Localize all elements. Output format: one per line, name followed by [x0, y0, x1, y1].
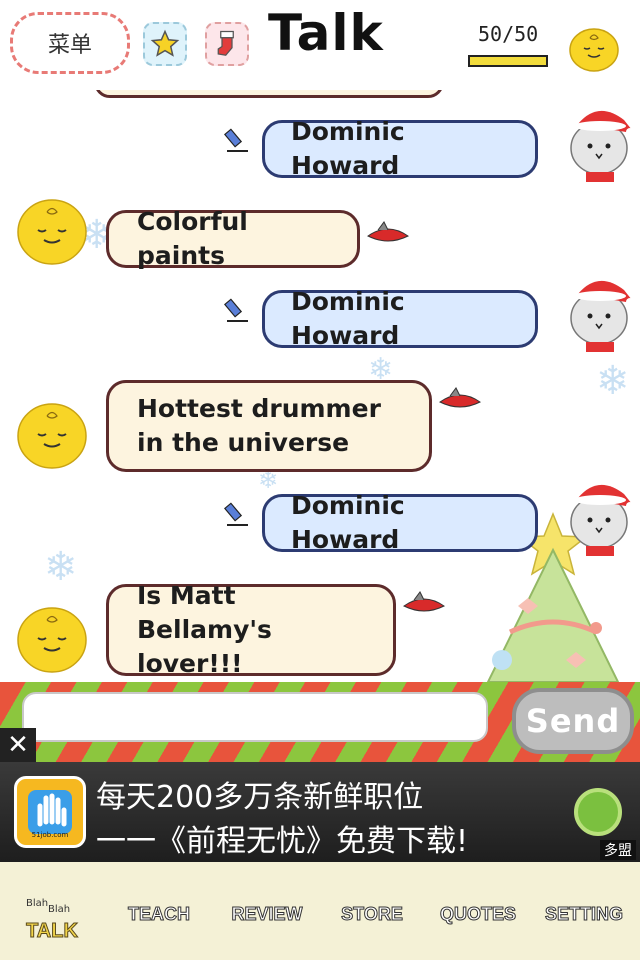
message-text: Dominic Howard — [291, 491, 405, 554]
ad-banner[interactable]: 51job.com 每天200多万条新鲜职位 一一《前程无忧》免费下载! 多盟 — [0, 762, 640, 862]
chat-bubble-in[interactable]: Hottest drummer in the universe — [106, 380, 432, 472]
santa-ghost-avatar-icon[interactable] — [566, 476, 636, 558]
chat-bubble-out[interactable]: Dominic Howard — [262, 117, 538, 180]
blah-label: Blah — [48, 904, 71, 915]
stocking-icon — [217, 30, 234, 56]
message-input-bar: Send — [0, 682, 640, 762]
red-bird-icon[interactable] — [366, 220, 410, 246]
ad-brand-label: 多盟 — [600, 840, 636, 860]
ad-headline: 每天200多万条新鲜职位 — [96, 780, 424, 815]
chick-avatar-icon[interactable] — [14, 196, 88, 270]
chat-bubble-partial — [94, 90, 444, 98]
pencil-icon[interactable] — [224, 126, 252, 154]
tab-teach[interactable]: TEACH — [118, 904, 200, 934]
tab-setting[interactable]: SETTING — [534, 904, 634, 934]
stocking-button[interactable] — [205, 22, 249, 66]
chat-bubble-in[interactable]: Is Matt Bellamy's lover!!! — [106, 581, 396, 678]
energy-bar-fill — [470, 57, 546, 65]
chat-area[interactable]: ❄ ❄ ❄ ❄ ❄ Dominic Howard Colorful paints… — [0, 90, 640, 682]
ad-subline: 一一《前程无忧》免费下载! — [96, 824, 469, 859]
chat-bubble-out[interactable]: Dominic Howard — [262, 287, 538, 350]
ad-indicator-icon — [574, 788, 622, 836]
message-text: Dominic Howard — [291, 287, 405, 350]
snowflake-icon: ❄ — [596, 358, 630, 404]
chick-avatar-icon[interactable] — [566, 24, 622, 74]
message-text: Is Matt Bellamy's lover!!! — [137, 581, 272, 678]
message-input[interactable] — [22, 692, 488, 742]
blah-label: Blah — [26, 898, 49, 909]
message-text: Colorful paints — [137, 207, 248, 270]
pencil-icon[interactable] — [224, 500, 252, 528]
tab-quotes[interactable]: QUOTES — [432, 904, 524, 934]
svg-text:51job.com: 51job.com — [32, 831, 69, 839]
hand-icon: 51job.com — [28, 790, 72, 839]
santa-ghost-avatar-icon[interactable] — [566, 272, 636, 354]
chick-avatar-icon[interactable] — [14, 604, 88, 678]
menu-button[interactable]: 菜单 — [10, 12, 130, 74]
tab-review[interactable]: REVIEW — [222, 904, 312, 934]
chick-avatar-icon[interactable] — [14, 400, 88, 474]
ad-close-icon[interactable]: ✕ — [0, 728, 36, 762]
ad-logo: 51job.com — [14, 776, 86, 848]
energy-counter: 50/50 — [478, 22, 539, 46]
santa-ghost-avatar-icon[interactable] — [566, 102, 636, 184]
red-bird-icon[interactable] — [402, 590, 446, 616]
chat-bubble-out[interactable]: Dominic Howard — [262, 491, 538, 554]
send-button[interactable]: Send — [512, 688, 634, 754]
snowflake-icon: ❄ — [44, 544, 78, 590]
red-bird-icon[interactable] — [438, 386, 482, 412]
message-text: Dominic Howard — [291, 117, 405, 180]
header-bar: 菜单 Talk 50/50 — [0, 0, 640, 90]
star-icon — [150, 29, 180, 57]
tab-store[interactable]: STORE — [334, 904, 410, 934]
message-text: Hottest drummer in the universe — [137, 394, 381, 457]
tab-talk[interactable]: TALK — [20, 920, 84, 950]
energy-bar — [468, 55, 548, 67]
page-title: Talk — [268, 4, 384, 62]
pencil-icon[interactable] — [224, 296, 252, 324]
bottom-tab-bar: Blah Blah TALK TEACH REVIEW STORE QUOTES… — [0, 862, 640, 960]
chat-bubble-in[interactable]: Colorful paints — [106, 207, 360, 270]
star-button[interactable] — [143, 22, 187, 66]
